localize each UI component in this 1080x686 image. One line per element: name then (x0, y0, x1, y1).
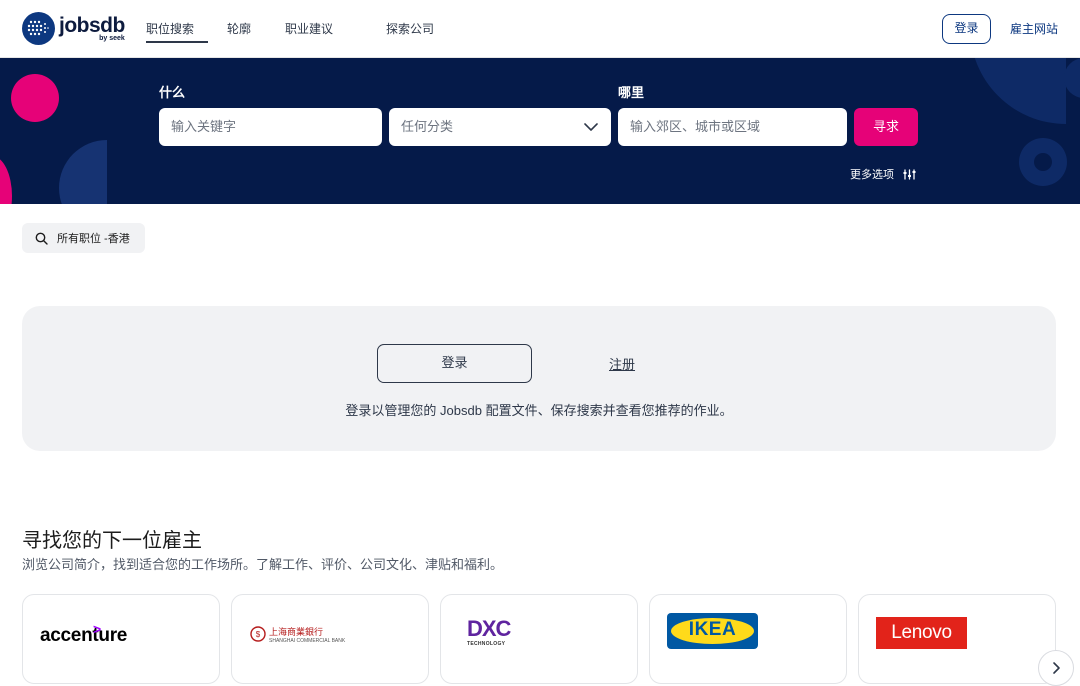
scb-emblem-icon: $ (250, 625, 266, 642)
register-link[interactable]: 注册 (609, 354, 635, 373)
scb-english-name: SHANGHAI COMMERCIAL BANK (269, 638, 346, 644)
employers-heading: 寻找您的下一位雇主 (22, 530, 202, 552)
chevron-down-icon (584, 123, 598, 131)
accenture-logo: > accenture (40, 621, 128, 647)
company-card-accenture[interactable]: > accenture (22, 594, 220, 684)
category-select[interactable]: 任何分类 (389, 108, 611, 146)
scb-logo: $ 上海商業銀行 SHANGHAI COMMERCIAL BANK (250, 623, 345, 644)
decorative-circle-right (1064, 58, 1080, 98)
header-login-button[interactable]: 登录 (942, 14, 991, 44)
nav-explore-companies[interactable]: 探索公司 (386, 0, 434, 58)
svg-text:$: $ (256, 630, 261, 639)
dxc-wordmark: DXC (467, 616, 511, 641)
sign-in-button[interactable]: 登录 (377, 344, 532, 383)
carousel-next-button[interactable] (1038, 650, 1074, 686)
nav-job-search[interactable]: 职位搜索 (146, 0, 208, 58)
jobsdb-logo-icon (22, 12, 55, 45)
where-label: 哪里 (618, 85, 645, 100)
decorative-quarter-circle (970, 58, 1066, 124)
top-header: jobsdb by seek 职位搜索 轮廓 职业建议 探索公司 登录 雇主网站 (0, 0, 1080, 58)
saved-search-chip[interactable]: 所有职位 -香港 (22, 223, 145, 253)
nav-career-advice[interactable]: 职业建议 (285, 0, 333, 58)
chevron-right-icon (1053, 662, 1060, 674)
dxc-subtitle: TECHNOLOGY (467, 641, 506, 647)
decorative-ring (1019, 138, 1067, 186)
company-card-ikea[interactable]: IKEA (649, 594, 847, 684)
lenovo-logo: Lenovo (876, 617, 967, 649)
accenture-wordmark: accenture (40, 625, 128, 646)
sign-in-description: 登录以管理您的 Jobsdb 配置文件、保存搜索并查看您推荐的作业。 (345, 403, 733, 418)
jobsdb-logo[interactable]: jobsdb by seek (22, 12, 125, 45)
search-icon (35, 232, 48, 245)
company-card-lenovo[interactable]: Lenovo (858, 594, 1056, 684)
decorative-half-circle (59, 140, 107, 204)
company-card-dxc[interactable]: DXC TECHNOLOGY (440, 594, 638, 684)
more-options-toggle[interactable]: 更多选项 (850, 166, 916, 182)
decorative-circle (11, 74, 59, 122)
employer-site-link[interactable]: 雇主网站 (1010, 0, 1058, 58)
search-button[interactable]: 寻求 (854, 108, 918, 146)
keyword-input[interactable]: 输入关键字 (159, 108, 382, 146)
ikea-wordmark: IKEA (688, 619, 737, 640)
company-card-shanghai-commercial-bank[interactable]: $ 上海商業銀行 SHANGHAI COMMERCIAL BANK (231, 594, 429, 684)
lenovo-wordmark: Lenovo (876, 617, 967, 649)
what-label: 什么 (159, 85, 186, 100)
sliders-icon (903, 168, 916, 180)
employers-subheading: 浏览公司简介，找到适合您的工作场所。了解工作、评价、公司文化、津贴和福利。 (22, 557, 504, 572)
dxc-logo: DXC TECHNOLOGY (467, 616, 511, 648)
category-select-value: 任何分类 (401, 119, 454, 134)
nav-profile[interactable]: 轮廓 (227, 0, 251, 58)
decorative-arc (0, 156, 12, 204)
scb-wordmark: 上海商業銀行 (269, 628, 324, 638)
ikea-logo: IKEA (667, 613, 758, 649)
saved-search-chip-label: 所有职位 -香港 (57, 233, 130, 245)
more-options-label: 更多选项 (850, 169, 894, 181)
logo-wordmark: jobsdb (59, 14, 125, 37)
search-hero: 什么 哪里 输入关键字 任何分类 输入郊区、城市或区域 寻求 更多选项 (0, 58, 1080, 204)
location-input[interactable]: 输入郊区、城市或区域 (618, 108, 847, 146)
accenture-caret-icon: > (93, 621, 102, 637)
company-carousel: > accenture $ 上海商業銀行 SHANGHAI COMMERCIAL… (22, 594, 1067, 684)
main-nav: 职位搜索 轮廓 职业建议 探索公司 (146, 0, 434, 58)
sign-in-card: 登录 注册 登录以管理您的 Jobsdb 配置文件、保存搜索并查看您推荐的作业。 (22, 306, 1056, 451)
